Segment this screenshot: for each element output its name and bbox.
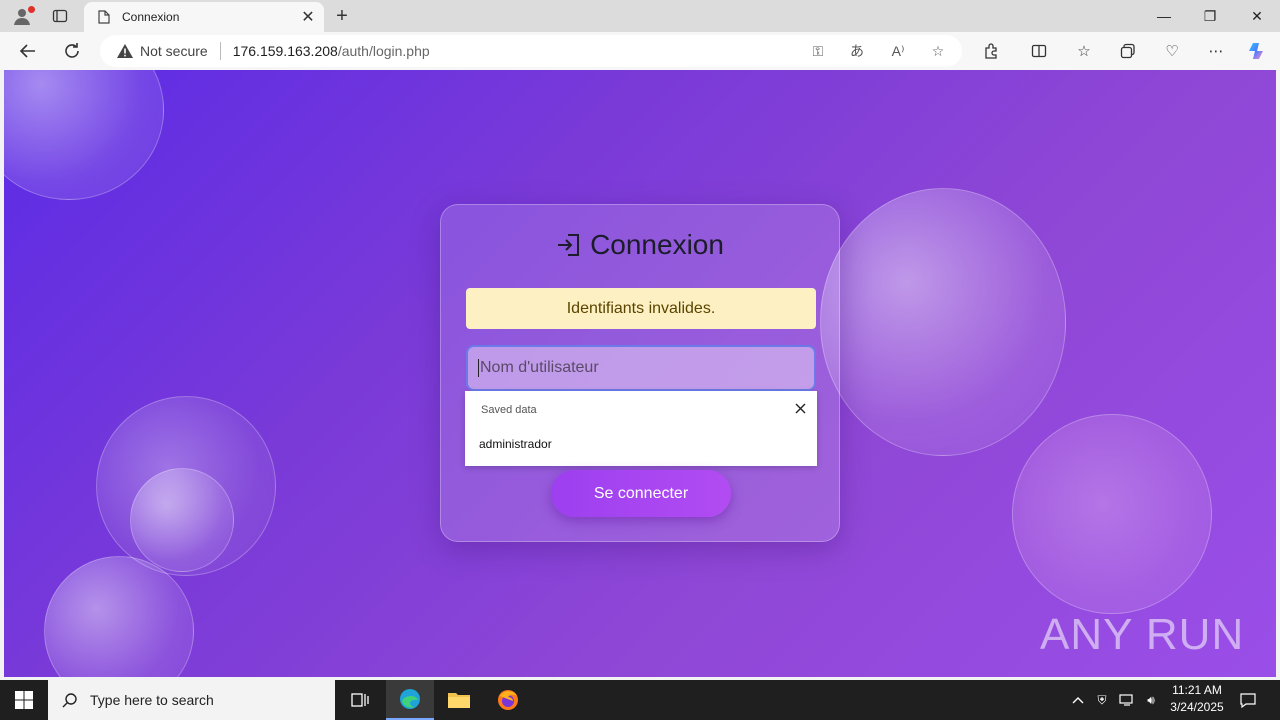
new-tab-button[interactable]: + xyxy=(330,4,354,28)
taskbar-edge[interactable] xyxy=(386,680,434,720)
system-clock[interactable]: 11:21 AM 3/24/2025 xyxy=(1162,682,1232,718)
address-divider xyxy=(219,42,221,60)
back-button[interactable] xyxy=(13,37,43,65)
close-tab-icon[interactable]: ✕ xyxy=(296,5,320,29)
start-button[interactable] xyxy=(0,680,48,720)
close-icon[interactable] xyxy=(791,399,809,417)
folder-icon xyxy=(448,693,470,708)
refresh-icon xyxy=(65,43,79,58)
profile-button[interactable] xyxy=(8,4,36,28)
close-window-button[interactable]: ✕ xyxy=(1234,0,1280,32)
security-tray-icon[interactable]: ⛨ xyxy=(1092,680,1112,720)
autofill-dropdown: Saved data administrador xyxy=(465,391,817,466)
browser-tab-active[interactable]: Connexion ✕ xyxy=(84,2,324,32)
watermark-text: ANY RUN xyxy=(1040,610,1245,659)
collections-icon[interactable] xyxy=(1116,40,1140,62)
taskbar-firefox[interactable] xyxy=(484,680,532,720)
translate-icon[interactable]: あ xyxy=(846,40,868,62)
key-icon[interactable]: ⚿ xyxy=(807,40,829,62)
favorite-star-icon[interactable]: ☆ xyxy=(927,40,949,62)
refresh-button[interactable] xyxy=(57,37,87,65)
decorative-smiley-bubble xyxy=(1012,414,1212,614)
decorative-bubble xyxy=(820,188,1066,456)
security-status[interactable]: Not secure xyxy=(140,43,208,59)
tray-overflow-icon[interactable] xyxy=(1068,680,1088,720)
login-page: Connexion Identifiants invalides. Nom d'… xyxy=(4,70,1276,677)
firefox-icon xyxy=(498,690,518,710)
more-menu-icon[interactable]: ⋯ xyxy=(1204,40,1228,62)
anyrun-watermark: ANY RUN xyxy=(1040,610,1244,660)
url-host: 176.159.163.208 xyxy=(232,43,338,59)
volume-icon[interactable]: 🔊︎ xyxy=(1140,680,1162,720)
back-arrow-icon xyxy=(19,44,35,58)
network-icon[interactable] xyxy=(1116,680,1138,720)
windows-logo-icon xyxy=(15,691,33,709)
page-title: Connexion xyxy=(590,229,724,260)
browser-tab-bar: Connexion ✕ + — ❐ ✕ xyxy=(0,0,1280,32)
login-button[interactable]: Se connecter xyxy=(551,470,731,517)
read-aloud-icon[interactable]: A⁾ xyxy=(887,40,909,62)
text-caret xyxy=(478,359,479,377)
page-icon xyxy=(96,9,112,25)
tab-actions-button[interactable] xyxy=(46,4,74,28)
windows-taskbar: Type here to search ⛨ 🔊︎ 11:21 AM 3/24/2… xyxy=(0,680,1280,720)
extensions-icon[interactable] xyxy=(979,40,1003,62)
username-input[interactable]: Nom d'utilisateur xyxy=(466,345,816,391)
notifications-icon[interactable] xyxy=(1236,680,1260,720)
task-view-icon xyxy=(351,693,369,707)
error-alert: Identifiants invalides. xyxy=(466,288,816,329)
tab-title: Connexion xyxy=(122,10,180,24)
warning-icon[interactable] xyxy=(116,42,134,60)
split-screen-icon[interactable] xyxy=(1027,40,1051,62)
decorative-bubble xyxy=(4,70,164,200)
clock-date: 3/24/2025 xyxy=(1170,700,1224,714)
notification-dot xyxy=(28,6,35,13)
url-path: /auth/login.php xyxy=(337,43,430,59)
minimize-button[interactable]: — xyxy=(1141,0,1187,32)
clock-time: 11:21 AM xyxy=(1172,683,1222,697)
login-heading: Connexion xyxy=(441,229,839,261)
login-card: Connexion Identifiants invalides. Nom d'… xyxy=(440,204,840,542)
autofill-header: Saved data xyxy=(481,404,537,416)
search-icon xyxy=(62,693,77,708)
taskbar-file-explorer[interactable] xyxy=(435,680,483,720)
decorative-bubble xyxy=(130,468,234,572)
autofill-suggestion[interactable]: administrador xyxy=(479,437,552,451)
copilot-icon[interactable] xyxy=(1245,40,1269,62)
username-placeholder: Nom d'utilisateur xyxy=(480,359,599,376)
browser-toolbar: Not secure 176.159.163.208/auth/login.ph… xyxy=(0,32,1280,70)
edge-icon xyxy=(400,689,420,709)
restore-button[interactable]: ❐ xyxy=(1187,0,1233,32)
url-text[interactable]: 176.159.163.208/auth/login.php xyxy=(233,43,430,59)
sign-in-icon xyxy=(558,234,580,256)
favorites-icon[interactable]: ☆ xyxy=(1072,40,1096,62)
task-view-button[interactable] xyxy=(336,680,384,720)
search-placeholder: Type here to search xyxy=(90,692,214,708)
tab-actions-icon xyxy=(52,9,68,23)
address-bar[interactable]: Not secure 176.159.163.208/auth/login.ph… xyxy=(100,35,962,67)
performance-icon[interactable]: ♡ xyxy=(1160,40,1184,62)
taskbar-search[interactable]: Type here to search xyxy=(48,680,335,720)
